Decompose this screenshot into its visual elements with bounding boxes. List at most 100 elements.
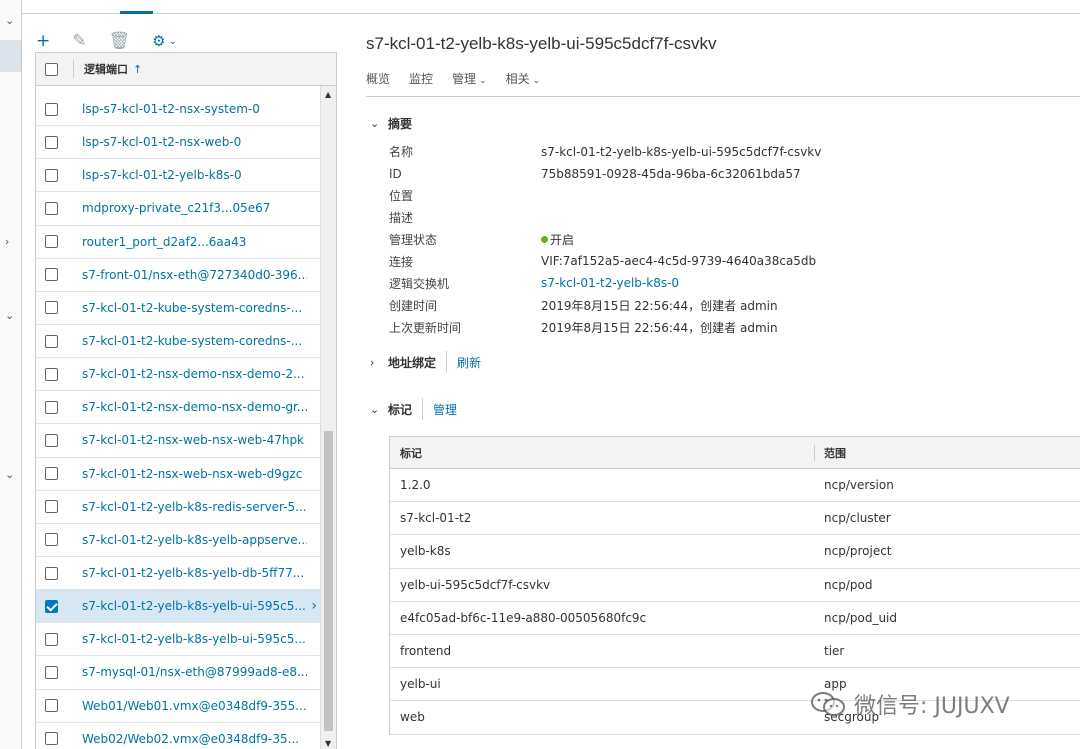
chevron-right-icon[interactable]: › <box>5 235 9 248</box>
logical-port-link[interactable]: s7-kcl-01-t2-nsx-demo-nsx-demo-2... <box>82 367 307 381</box>
chevron-down-icon[interactable]: ⌄ <box>5 309 14 322</box>
row-checkbox[interactable] <box>45 102 58 116</box>
grid-row[interactable]: s7-kcl-01-t2-nsx-demo-nsx-demo-gr... <box>36 391 320 425</box>
grid-row[interactable]: s7-kcl-01-t2-nsx-web-nsx-web-47hpk <box>36 424 320 458</box>
grid-row[interactable]: s7-kcl-01-t2-yelb-k8s-yelb-appserve... <box>36 524 320 557</box>
logical-port-link[interactable]: s7-kcl-01-t2-yelb-k8s-yelb-ui-595c5... <box>82 632 307 646</box>
grid-row[interactable]: s7-kcl-01-t2-kube-system-coredns-... <box>36 325 320 359</box>
row-checkbox[interactable] <box>45 334 58 348</box>
grid-toolbar: + ✎ 🗑 ⚙ ⌄ <box>36 30 177 52</box>
grid-row[interactable]: mdproxy-private_c21f3...05e67 <box>36 192 320 226</box>
address-binding-section-header[interactable]: › 地址绑定 刷新 <box>370 351 481 373</box>
chevron-down-icon[interactable]: ⌄ <box>169 36 177 47</box>
column-header-tag[interactable]: 标记 <box>400 445 422 461</box>
row-checkbox[interactable] <box>45 665 58 679</box>
chevron-down-icon[interactable]: ⌄ <box>370 403 388 416</box>
row-checkbox[interactable] <box>45 566 58 580</box>
row-checkbox[interactable] <box>45 201 58 215</box>
chevron-right-icon[interactable]: › <box>311 598 317 614</box>
property-label: 逻辑交换机 <box>389 276 450 291</box>
row-checkbox[interactable] <box>45 500 58 514</box>
logical-port-link[interactable]: s7-kcl-01-t2-yelb-k8s-yelb-db-5ff77... <box>82 566 307 580</box>
grid-row[interactable]: lsp-s7-kcl-01-t2-yelb-k8s-0 <box>36 159 320 193</box>
chevron-down-icon[interactable]: ⌄ <box>5 468 14 481</box>
logical-port-link[interactable]: s7-kcl-01-t2-yelb-k8s-redis-server-5... <box>82 500 307 514</box>
row-checkbox[interactable] <box>45 268 58 282</box>
grid-row[interactable]: s7-kcl-01-t2-nsx-demo-nsx-demo-2... <box>36 358 320 392</box>
nav-selected-item[interactable] <box>0 40 21 72</box>
scroll-thumb[interactable] <box>324 431 333 731</box>
logical-port-link[interactable]: s7-front-01/nsx-eth@727340d0-396... <box>82 268 307 282</box>
logical-port-link[interactable]: lsp-s7-kcl-01-t2-nsx-web-0 <box>82 135 307 149</box>
summary-section-header[interactable]: ⌄ 摘要 <box>370 115 412 132</box>
logical-switch-link[interactable]: s7-kcl-01-t2-yelb-k8s-0 <box>541 276 679 290</box>
detail-tab[interactable]: 概览 <box>366 70 390 96</box>
chevron-right-icon[interactable]: › <box>370 356 388 369</box>
row-checkbox[interactable] <box>45 433 58 447</box>
grid-row[interactable]: Web01/Web01.vmx@e0348df9-355... <box>36 690 320 723</box>
row-checkbox[interactable] <box>45 599 58 613</box>
scroll-up-arrow-icon[interactable]: ▲ <box>325 90 331 99</box>
row-checkbox[interactable] <box>45 135 58 149</box>
manage-tags-link[interactable]: 管理 <box>433 401 457 418</box>
property-value: 2019年8月15日 22:56:44，创建者 admin <box>541 298 778 313</box>
grid-row[interactable]: s7-kcl-01-t2-yelb-k8s-yelb-ui-595c5... › <box>36 590 320 624</box>
plus-icon[interactable]: + <box>36 31 50 51</box>
grid-row[interactable]: router1_port_d2af2...6aa43 <box>36 226 320 259</box>
row-checkbox[interactable] <box>45 632 58 646</box>
tag-row: 1.2.0 ncp/version <box>390 469 1080 503</box>
refresh-link[interactable]: 刷新 <box>457 354 481 371</box>
logical-port-link[interactable]: s7-kcl-01-t2-nsx-web-nsx-web-47hpk <box>82 433 307 447</box>
scroll-down-arrow-icon[interactable]: ▼ <box>325 739 331 748</box>
chevron-down-icon[interactable]: ⌄ <box>370 117 388 130</box>
tags-section-header[interactable]: ⌄ 标记 管理 <box>370 398 457 420</box>
column-header-scope[interactable]: 范围 <box>824 445 846 461</box>
logical-port-link[interactable]: lsp-s7-kcl-01-t2-nsx-system-0 <box>82 102 307 116</box>
logical-port-link[interactable]: Web01/Web01.vmx@e0348df9-355... <box>82 699 307 713</box>
logical-port-link[interactable]: s7-kcl-01-t2-nsx-demo-nsx-demo-gr... <box>82 400 307 414</box>
logical-port-link[interactable]: router1_port_d2af2...6aa43 <box>82 235 307 249</box>
logical-port-link[interactable]: s7-kcl-01-t2-kube-system-coredns-... <box>82 334 307 348</box>
grid-row[interactable]: s7-mysql-01/nsx-eth@87999ad8-e8... <box>36 656 320 690</box>
gear-icon[interactable]: ⚙ <box>152 31 165 51</box>
logical-port-link[interactable]: Web02/Web02.vmx@e0348df9-35... <box>82 732 307 746</box>
chevron-down-icon[interactable]: ⌄ <box>5 14 14 27</box>
logical-port-link[interactable]: mdproxy-private_c21f3...05e67 <box>82 201 307 215</box>
detail-tab[interactable]: 监控 <box>409 70 433 96</box>
row-checkbox[interactable] <box>45 301 58 315</box>
tag-value: e4fc05ad-bf6c-11e9-a880-00505680fc9c <box>400 610 647 625</box>
logical-port-link[interactable]: lsp-s7-kcl-01-t2-yelb-k8s-0 <box>82 168 307 182</box>
pencil-icon[interactable]: ✎ <box>72 31 86 51</box>
grid-row[interactable]: s7-kcl-01-t2-yelb-k8s-yelb-ui-595c5... <box>36 623 320 657</box>
grid-row[interactable]: s7-kcl-01-t2-nsx-web-nsx-web-d9gzc <box>36 458 320 491</box>
grid-row[interactable]: s7-kcl-01-t2-kube-system-coredns-... <box>36 292 320 325</box>
grid-row[interactable]: s7-front-01/nsx-eth@727340d0-396... <box>36 259 320 292</box>
row-checkbox[interactable] <box>45 168 58 182</box>
grid-row[interactable]: Web02/Web02.vmx@e0348df9-35... <box>36 723 320 749</box>
logical-port-link[interactable]: s7-kcl-01-t2-yelb-k8s-yelb-ui-595c5... <box>82 599 307 613</box>
row-checkbox[interactable] <box>45 235 58 249</box>
row-checkbox[interactable] <box>45 699 58 713</box>
trash-icon[interactable]: 🗑 <box>109 31 131 51</box>
logical-ports-grid: 逻辑端口 ↑ lsp-s7-kcl-01-t2-nsx-system-0 lsp-… <box>35 52 337 749</box>
row-checkbox[interactable] <box>45 367 58 381</box>
logical-port-link[interactable]: s7-kcl-01-t2-nsx-web-nsx-web-d9gzc <box>82 467 307 481</box>
grid-row[interactable]: lsp-s7-kcl-01-t2-nsx-web-0 <box>36 126 320 160</box>
row-checkbox[interactable] <box>45 467 58 481</box>
grid-scrollbar[interactable]: ▲ ▼ <box>320 86 336 749</box>
detail-tab[interactable]: 管理 ⌄ <box>452 70 487 96</box>
logical-port-link[interactable]: s7-mysql-01/nsx-eth@87999ad8-e8... <box>82 665 307 679</box>
select-all-checkbox[interactable] <box>45 62 58 76</box>
tag-scope: ncp/pod_uid <box>824 610 897 625</box>
logical-port-link[interactable]: s7-kcl-01-t2-kube-system-coredns-... <box>82 301 307 315</box>
logical-port-link[interactable]: s7-kcl-01-t2-yelb-k8s-yelb-appserve... <box>82 533 307 547</box>
sort-arrow-icon[interactable]: ↑ <box>133 63 142 76</box>
grid-row[interactable]: lsp-s7-kcl-01-t2-nsx-system-0 <box>36 93 320 127</box>
row-checkbox[interactable] <box>45 400 58 414</box>
grid-row[interactable]: s7-kcl-01-t2-yelb-k8s-redis-server-5... <box>36 491 320 524</box>
column-header-logical-port[interactable]: 逻辑端口 <box>84 61 128 77</box>
detail-tab[interactable]: 相关 ⌄ <box>506 70 541 96</box>
row-checkbox[interactable] <box>45 533 58 547</box>
grid-row[interactable]: s7-kcl-01-t2-yelb-k8s-yelb-db-5ff77... <box>36 557 320 591</box>
row-checkbox[interactable] <box>45 732 58 746</box>
